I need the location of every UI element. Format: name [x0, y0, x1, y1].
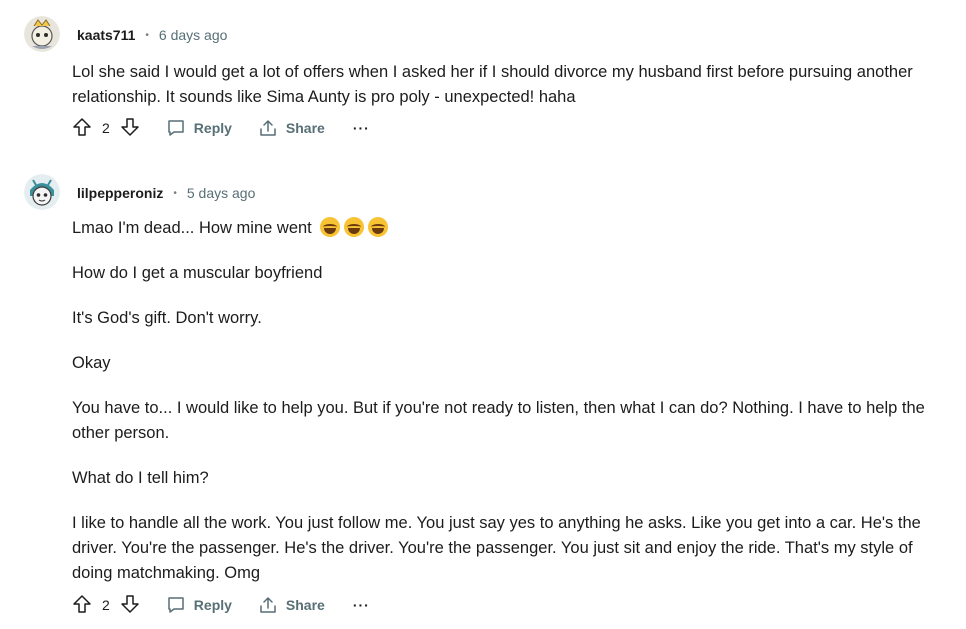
comment-actions: 2 Reply Share ··· — [72, 594, 370, 616]
separator-dot: • — [145, 29, 149, 41]
face-with-tears-of-joy-icon — [368, 217, 389, 237]
comment-paragraph: What do I tell him? — [72, 469, 209, 487]
timestamp[interactable]: 6 days ago — [159, 27, 228, 43]
face-with-tears-of-joy-icon — [320, 217, 341, 237]
share-button[interactable]: Share — [258, 595, 325, 615]
timestamp[interactable]: 5 days ago — [187, 185, 256, 201]
comment-paragraph: Lmao I'm dead... How mine went — [72, 216, 957, 241]
reply-label: Reply — [193, 120, 232, 136]
comment-first-line: Lmao I'm dead... How mine went — [72, 219, 312, 237]
downvote-icon[interactable] — [120, 117, 140, 140]
vote-score: 2 — [102, 597, 110, 613]
share-label: Share — [285, 597, 325, 613]
avatar[interactable] — [24, 174, 60, 210]
share-label: Share — [285, 120, 325, 136]
share-icon — [260, 597, 276, 613]
comment-paragraph: I like to handle all the work. You just … — [72, 514, 921, 582]
comment-actions: 2 Reply Share ··· — [72, 117, 370, 139]
comment-bubble-icon — [168, 120, 184, 136]
downvote-icon[interactable] — [120, 594, 140, 617]
username[interactable]: kaats711 — [77, 27, 135, 43]
comment-bubble-icon — [168, 597, 184, 613]
more-options-button[interactable]: ··· — [353, 597, 370, 613]
comment-paragraph: How do I get a muscular boyfriend — [72, 264, 323, 282]
vote-group: 2 — [72, 117, 140, 140]
more-options-button[interactable]: ··· — [353, 120, 370, 136]
comment-paragraph: Lol she said I would get a lot of offers… — [72, 63, 913, 106]
comment-paragraph: You have to... I would like to help you.… — [72, 399, 925, 442]
comment-paragraph: Okay — [72, 354, 111, 372]
upvote-icon[interactable] — [72, 117, 92, 140]
avatar[interactable] — [24, 16, 60, 52]
face-with-tears-of-joy-icon — [344, 217, 365, 237]
username[interactable]: lilpepperoniz — [77, 185, 163, 201]
upvote-icon[interactable] — [72, 594, 92, 617]
reply-button[interactable]: Reply — [166, 595, 232, 615]
comment-meta: kaats711 • 6 days ago — [77, 27, 227, 43]
share-button[interactable]: Share — [258, 118, 325, 138]
comment-meta: lilpepperoniz • 5 days ago — [77, 185, 255, 201]
reply-button[interactable]: Reply — [166, 118, 232, 138]
vote-score: 2 — [102, 120, 110, 136]
separator-dot: • — [173, 187, 177, 199]
vote-group: 2 — [72, 594, 140, 617]
comment-body: Lmao I'm dead... How mine went How do I … — [72, 216, 957, 606]
reply-label: Reply — [193, 597, 232, 613]
share-icon — [260, 120, 276, 136]
comment-paragraph: It's God's gift. Don't worry. — [72, 309, 262, 327]
